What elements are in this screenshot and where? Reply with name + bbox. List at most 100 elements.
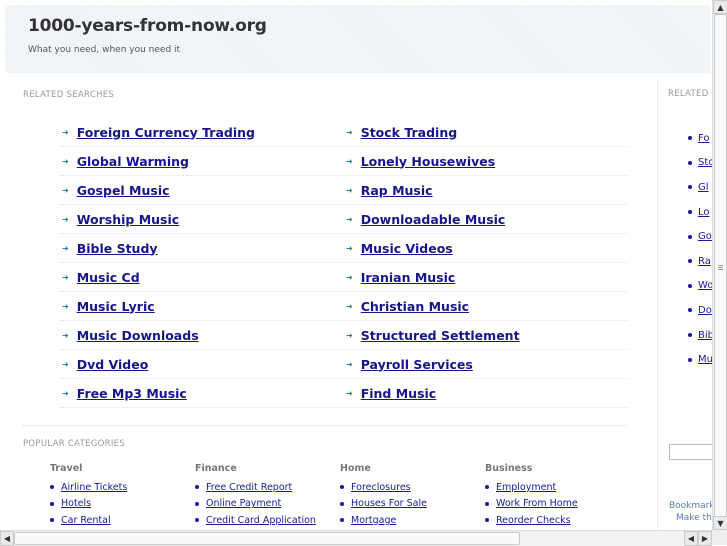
sidebar-related-link[interactable]: Wo [698, 280, 713, 291]
related-search-link[interactable]: Downloadable Music [361, 212, 506, 227]
arrow-right-icon: ➜ [346, 272, 353, 282]
related-search-link[interactable]: Music Cd [77, 270, 140, 285]
related-search-link[interactable]: Gospel Music [77, 183, 170, 198]
related-search-item: ➜ Gospel Music [60, 183, 344, 198]
related-search-link[interactable]: Music Videos [361, 241, 453, 256]
bullet-icon [340, 485, 344, 490]
scroll-left-arrow-icon[interactable]: ◀ [0, 531, 14, 546]
bullet-icon [485, 518, 489, 523]
related-search-link[interactable]: Foreign Currency Trading [77, 125, 255, 140]
sidebar-related-link[interactable]: Lo [698, 207, 710, 218]
sidebar-related-link[interactable]: Sto [698, 157, 713, 168]
related-search-link[interactable]: Lonely Housewives [361, 154, 495, 169]
related-search-item: ➜ Music Downloads [60, 328, 344, 343]
right-sidebar: RELATED Fo Sto Gl Lo Go Ra Wo Do Bib Mu Bookmark … [657, 80, 713, 530]
related-search-link[interactable]: Global Warming [77, 154, 189, 169]
bullet-icon [688, 185, 692, 190]
sidebar-related-link[interactable]: Gl [698, 182, 709, 193]
link-row: ➜ Gospel Music ➜ Rap Music [60, 176, 628, 205]
vertical-scrollbar[interactable]: ▲ ▼ [712, 0, 727, 530]
sidebar-search-input[interactable] [669, 444, 713, 460]
arrow-right-icon: ➜ [346, 301, 353, 311]
category-title: Home [340, 463, 371, 474]
category-link[interactable]: Hotels [61, 498, 91, 509]
category-column: Business Employment Work From Home Reorder … [485, 463, 630, 529]
category-link[interactable]: Credit Card Application [206, 515, 316, 526]
category-link[interactable]: Houses For Sale [351, 498, 427, 509]
bookmark-link[interactable]: Bookmark [669, 500, 713, 512]
related-search-link[interactable]: Bible Study [77, 241, 158, 256]
bullet-icon [340, 518, 344, 523]
category-link[interactable]: Free Credit Report [206, 482, 292, 493]
category-link[interactable]: Airline Tickets [61, 482, 127, 493]
vertical-scroll-thumb[interactable] [714, 14, 727, 519]
related-search-link[interactable]: Christian Music [361, 299, 469, 314]
arrow-right-icon: ➜ [62, 301, 69, 311]
sidebar-related-list: Fo Sto Gl Lo Go Ra Wo Do Bib Mu [688, 126, 713, 372]
category-item: Mortgage [340, 512, 485, 529]
sidebar-related-link[interactable]: Go [698, 231, 712, 242]
bullet-icon [195, 485, 199, 490]
sidebar-related-item: Fo [688, 126, 713, 151]
related-search-link[interactable]: Structured Settlement [361, 328, 520, 343]
category-link[interactable]: Work From Home [496, 498, 578, 509]
sidebar-related-link[interactable]: Do [698, 305, 712, 316]
category-link[interactable]: Employment [496, 482, 556, 493]
sidebar-related-item: Go [688, 224, 713, 249]
arrow-right-icon: ➜ [62, 243, 69, 253]
related-search-link[interactable]: Dvd Video [77, 357, 149, 372]
category-item: Online Payment [195, 496, 340, 513]
bullet-icon [688, 136, 692, 141]
link-row: ➜ Free Mp3 Music ➜ Find Music [60, 379, 628, 408]
category-link[interactable]: Foreclosures [351, 482, 411, 493]
related-search-item: ➜ Free Mp3 Music [60, 386, 344, 401]
scroll-right-arrow-icon[interactable]: ▶ [698, 531, 712, 546]
link-row: ➜ Foreign Currency Trading ➜ Stock Trading [60, 118, 628, 147]
related-search-link[interactable]: Iranian Music [361, 270, 456, 285]
sidebar-related-item: Sto [688, 151, 713, 176]
make-homepage-link[interactable]: Make thi [669, 512, 713, 524]
category-link[interactable]: Reorder Checks [496, 515, 571, 526]
related-search-link[interactable]: Stock Trading [361, 125, 457, 140]
sidebar-related-item: Mu [688, 347, 713, 372]
related-search-link[interactable]: Worship Music [77, 212, 180, 227]
related-search-link[interactable]: Free Mp3 Music [77, 386, 187, 401]
sidebar-related-link[interactable]: Ra [698, 256, 711, 267]
category-item: Foreclosures [340, 479, 485, 496]
related-search-link[interactable]: Music Lyric [77, 299, 155, 314]
bullet-icon [50, 518, 54, 523]
scroll-down-arrow-icon[interactable]: ▼ [713, 516, 727, 530]
section-divider [22, 425, 628, 426]
bullet-icon [340, 501, 344, 506]
link-row: ➜ Music Downloads ➜ Structured Settlement [60, 321, 628, 350]
related-search-link[interactable]: Find Music [361, 386, 437, 401]
arrow-right-icon: ➜ [62, 127, 69, 137]
related-search-item: ➜ Iranian Music [344, 270, 628, 285]
scroll-left-arrow-icon[interactable]: ◀ [684, 531, 698, 546]
horizontal-scrollbar[interactable]: ◀ ◀ ▶ [0, 530, 712, 546]
related-search-link[interactable]: Payroll Services [361, 357, 473, 372]
category-item: Car Rental [50, 512, 195, 529]
sidebar-related-item: Lo [688, 200, 713, 225]
site-title[interactable]: 1000-years-from-now.org [28, 16, 267, 36]
sidebar-related-link[interactable]: Mu [698, 354, 713, 365]
bullet-icon [50, 485, 54, 490]
category-link[interactable]: Car Rental [61, 515, 111, 526]
related-search-item: ➜ Rap Music [344, 183, 628, 198]
related-search-item: ➜ Music Cd [60, 270, 344, 285]
related-search-item: ➜ Downloadable Music [344, 212, 628, 227]
bullet-icon [688, 210, 692, 215]
scroll-up-arrow-icon[interactable]: ▲ [713, 0, 727, 14]
sidebar-related-link[interactable]: Bib [698, 330, 713, 341]
category-link[interactable]: Mortgage [351, 515, 396, 526]
category-link[interactable]: Online Payment [206, 498, 281, 509]
related-search-link[interactable]: Music Downloads [77, 328, 199, 343]
related-search-link[interactable]: Rap Music [361, 183, 433, 198]
category-column: Finance Free Credit Report Online Payment C… [195, 463, 340, 529]
arrow-right-icon: ➜ [62, 272, 69, 282]
horizontal-scroll-thumb[interactable] [14, 532, 520, 545]
related-search-item: ➜ Dvd Video [60, 357, 344, 372]
category-column: Home Foreclosures Houses For Sale Mortgage [340, 463, 485, 529]
sidebar-related-link[interactable]: Fo [698, 133, 710, 144]
related-searches-list: ➜ Foreign Currency Trading ➜ Stock Trading ➜… [60, 118, 628, 408]
